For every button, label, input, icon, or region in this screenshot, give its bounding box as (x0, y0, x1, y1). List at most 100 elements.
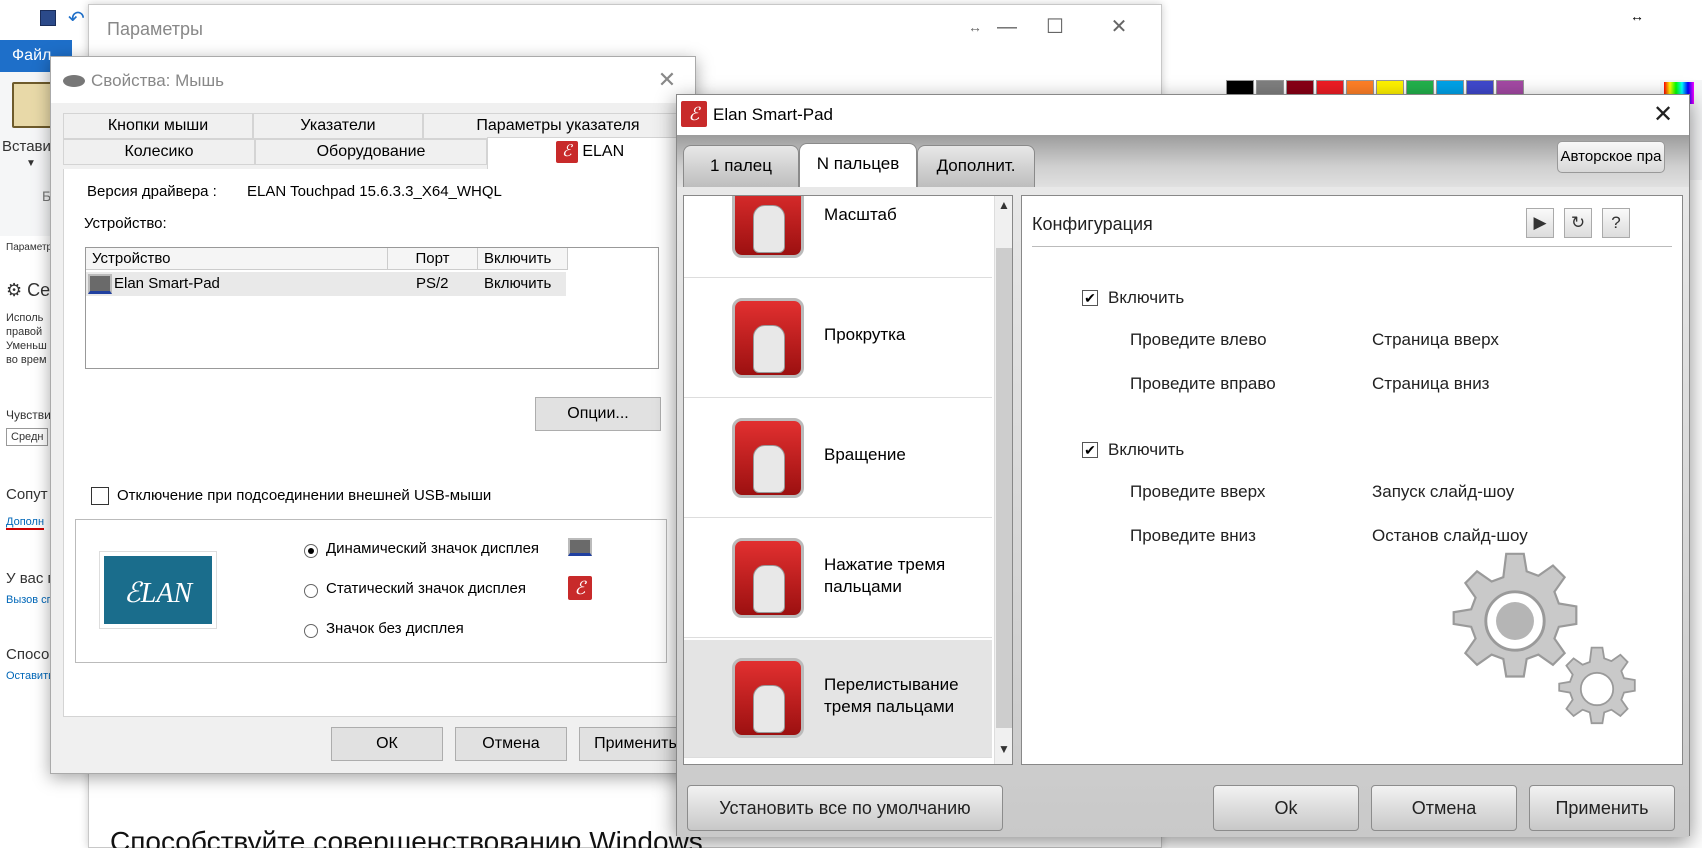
paint-quick-access: ↶ (0, 0, 90, 40)
mouse-properties-dialog: Свойства: Мышь ✕ Кнопки мыши Указатели П… (50, 56, 696, 774)
usb-disable-checkbox[interactable] (91, 487, 109, 505)
column-header-enable[interactable]: Включить (478, 248, 568, 270)
cancel-button[interactable]: Отмена (1371, 785, 1517, 831)
tab-mouse-buttons[interactable]: Кнопки мыши (63, 113, 253, 139)
scroll-down-icon[interactable]: ▼ (994, 742, 1012, 762)
gesture-list: Масштаб Прокрутка Вращение Нажатие тремя… (683, 195, 1013, 765)
device-port: PS/2 (416, 275, 449, 292)
column-header-device[interactable]: Устройство (86, 248, 388, 270)
table-row[interactable]: Elan Smart-Pad PS/2 Включить (86, 272, 566, 296)
tab-pointers[interactable]: Указатели (253, 113, 423, 139)
device-name: Elan Smart-Pad (114, 275, 220, 292)
scroll-gesture-icon (732, 298, 804, 378)
settings-para-3: Уменьш (6, 340, 47, 352)
mouse-dialog-title: Свойства: Мышь (91, 71, 224, 90)
gear-small-icon (1558, 646, 1636, 725)
tab-advanced[interactable]: Дополнит. (917, 145, 1035, 187)
radio-no-icon[interactable] (304, 624, 318, 638)
play-icon[interactable]: ▶ (1526, 208, 1554, 238)
paste-dropdown-icon[interactable]: ▼ (26, 158, 36, 169)
close-icon[interactable]: ✕ (647, 65, 687, 95)
driver-version-value: ELAN Touchpad 15.6.3.3_X64_WHQL (247, 183, 502, 200)
list-item[interactable]: Вращение (684, 400, 992, 518)
swipe-right-action[interactable]: Страница вниз (1372, 374, 1489, 394)
elan-window-title: Elan Smart-Pad (713, 105, 833, 124)
swipe-right-label: Проведите вправо (1130, 374, 1276, 393)
elan-logo-text: LAN (140, 578, 193, 609)
driver-version-label: Версия драйвера : (87, 183, 217, 200)
enable-checkbox-1[interactable]: ✔ (1082, 290, 1098, 306)
tab-one-finger[interactable]: 1 палец (683, 145, 799, 187)
copyright-button[interactable]: Авторское пра (1557, 141, 1665, 173)
settings-section-title: ⚙ Се (6, 280, 50, 301)
settings-para-2: правой (6, 326, 43, 338)
zoom-gesture-icon (732, 196, 804, 258)
swipe-up-label: Проведите вверх (1130, 482, 1266, 501)
bottom-heading: Способствуйте совершенствованию Windows (110, 826, 703, 848)
enable-label-1: Включить (1108, 288, 1185, 307)
settings-para-4: во врем (6, 354, 47, 366)
paste-icon[interactable] (12, 82, 52, 128)
gesture-label: Прокрутка (824, 325, 906, 344)
tray-icon-group: ℰLAN Динамический значок дисплея Статиче… (75, 519, 667, 663)
sensitivity-select[interactable]: Средн (6, 428, 49, 446)
settings-para-1: Исполь (6, 312, 44, 324)
tab-elan[interactable]: ℰ ELAN (487, 137, 693, 169)
scrollbar-thumb[interactable] (996, 248, 1012, 728)
cancel-button[interactable]: Отмена (455, 727, 567, 761)
column-header-port[interactable]: Порт (388, 248, 478, 270)
device-label: Устройство: (84, 215, 167, 232)
list-item[interactable]: Масштаб (684, 196, 992, 278)
help-link[interactable]: Вызов сп (6, 594, 51, 606)
ok-button[interactable]: ОК (331, 727, 443, 761)
swipe-left-label: Проведите влево (1130, 330, 1267, 349)
apply-button[interactable]: Применить (579, 727, 691, 761)
tab-elan-label: ELAN (582, 143, 625, 160)
radio-no-icon-label: Значок без дисплея (326, 620, 464, 637)
improve-heading: Способ (6, 646, 51, 663)
refresh-icon[interactable]: ↻ (1564, 208, 1592, 238)
scroll-up-icon[interactable]: ▲ (994, 198, 1012, 218)
enable-checkbox-2[interactable]: ✔ (1082, 442, 1098, 458)
section-title-text: Се (27, 280, 51, 300)
radio-dynamic-icon[interactable] (304, 544, 318, 558)
close-icon[interactable]: ✕ (1643, 97, 1683, 133)
elan-icon: ℰ (568, 576, 592, 600)
ok-button[interactable]: Ok (1213, 785, 1359, 831)
config-divider (1032, 246, 1672, 247)
related-heading: Сопут (6, 486, 48, 503)
more-settings-link[interactable]: Дополн (6, 516, 45, 530)
tab-n-fingers[interactable]: N пальцев (799, 143, 917, 189)
radio-static-icon[interactable] (304, 584, 318, 598)
resize-icon: ↔ (1630, 8, 1644, 24)
touchpad-device-icon (88, 274, 112, 294)
settings-header: Параметры (6, 242, 51, 253)
minimize-button[interactable]: — (987, 13, 1027, 41)
list-item[interactable]: Перелистывание тремя пальцами (684, 640, 992, 758)
swipe-up-action[interactable]: Запуск слайд-шоу (1372, 482, 1514, 502)
maximize-button[interactable]: ☐ (1035, 13, 1075, 41)
swipe-left-action[interactable]: Страница вверх (1372, 330, 1499, 350)
apply-button[interactable]: Применить (1529, 785, 1675, 831)
elan-logo: ℰLAN (99, 551, 217, 629)
elan-app-icon: ℰ (681, 101, 707, 127)
options-button[interactable]: Опции... (535, 397, 661, 431)
swipe-down-action[interactable]: Останов слайд-шоу (1372, 526, 1528, 546)
configuration-panel: Конфигурация ▶ ↻ ? ✔ Включить Проведите … (1021, 195, 1683, 765)
question-heading: У вас п (6, 570, 52, 587)
tab-wheel[interactable]: Колесико (63, 139, 255, 165)
tab-hardware[interactable]: Оборудование (255, 139, 487, 165)
save-icon[interactable] (40, 10, 56, 26)
reset-defaults-button[interactable]: Установить все по умолчанию (687, 785, 1003, 831)
radio-dynamic-label: Динамический значок дисплея (326, 540, 540, 557)
help-icon[interactable]: ? (1602, 208, 1630, 238)
feedback-link[interactable]: Оставить (6, 670, 51, 682)
three-finger-swipe-icon (732, 658, 804, 738)
list-item[interactable]: Нажатие тремя пальцами (684, 520, 992, 638)
monitor-icon (568, 538, 592, 556)
elan-smartpad-window: ℰ Elan Smart-Pad ✕ 1 палец N пальцев Доп… (676, 94, 1690, 837)
close-button[interactable]: ✕ (1099, 13, 1139, 41)
undo-icon[interactable]: ↶ (68, 6, 85, 31)
tab-pointer-options[interactable]: Параметры указателя (423, 113, 693, 139)
list-item[interactable]: Прокрутка (684, 280, 992, 398)
